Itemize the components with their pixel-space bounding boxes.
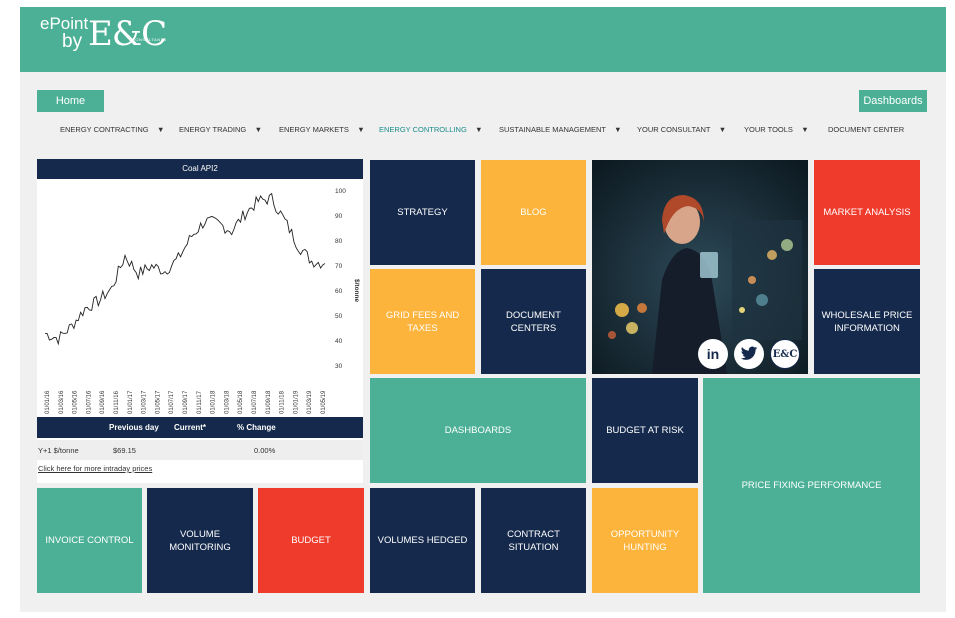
coal-title: Coal API2: [37, 159, 363, 179]
nav-label: ENERGY CONTROLLING: [379, 125, 467, 134]
chevron-down-icon: ▼: [156, 125, 165, 134]
x-tick-label: 01/05/19: [321, 390, 327, 414]
y-tick-label: 100: [335, 188, 346, 195]
y-tick-label: 30: [335, 363, 343, 370]
tile-volume-monitoring[interactable]: VOLUME MONITORING: [147, 488, 253, 593]
tile-invoice-control[interactable]: INVOICE CONTROL: [37, 488, 142, 593]
tile-grid-fees[interactable]: GRID FEES AND TAXES: [370, 269, 475, 374]
x-tick-label: 01/01/16: [45, 390, 51, 414]
main-nav: ENERGY CONTRACTING ▼ ENERGY TRADING ▼ EN…: [0, 125, 955, 139]
nav-label: DOCUMENT CENTER: [828, 125, 905, 134]
y-tick-label: 90: [335, 213, 343, 220]
x-tick-label: 01/09/18: [266, 390, 272, 414]
col-change: % Change: [237, 423, 276, 432]
nav-energy-controlling[interactable]: ENERGY CONTROLLING ▼: [379, 125, 483, 134]
x-tick-label: 01/05/17: [155, 390, 161, 414]
y-axis-label: $/tonne: [353, 279, 360, 302]
tile-dashboards[interactable]: DASHBOARDS: [370, 378, 586, 483]
tile-strategy[interactable]: STRATEGY: [370, 160, 475, 265]
y-tick-label: 60: [335, 288, 343, 295]
chevron-down-icon: ▼: [254, 125, 263, 134]
nav-label: ENERGY TRADING: [179, 125, 247, 134]
logo-sub: CONSULTANTS: [132, 37, 167, 42]
coal-price-line: [45, 192, 326, 346]
nav-document-center[interactable]: DOCUMENT CENTER: [828, 125, 904, 134]
price-table-row: Y+1 $/tonne $69.15 0.00%: [37, 440, 363, 460]
tile-budget-at-risk[interactable]: BUDGET AT RISK: [592, 378, 698, 483]
tile-volumes-hedged[interactable]: VOLUMES HEDGED: [370, 488, 475, 593]
x-tick-label: 01/07/16: [86, 390, 92, 414]
logo[interactable]: ePoint by E&C CONSULTANTS: [40, 14, 167, 52]
y-tick-label: 70: [335, 263, 343, 270]
x-tick-label: 01/11/16: [114, 390, 120, 414]
logo-line2: by: [62, 31, 83, 52]
twitter-icon[interactable]: [734, 339, 764, 369]
tile-wholesale-price[interactable]: WHOLESALE PRICE INFORMATION: [814, 269, 920, 374]
nav-energy-markets[interactable]: ENERGY MARKETS ▼: [279, 125, 365, 134]
nav-label: YOUR TOOLS: [744, 125, 793, 134]
col-previous-day: Previous day: [109, 423, 159, 432]
y-tick-label: 50: [335, 313, 343, 320]
chevron-down-icon: ▼: [357, 125, 365, 134]
x-tick-label: 01/07/18: [252, 390, 258, 414]
x-tick-label: 01/05/16: [73, 390, 79, 414]
dashboards-button[interactable]: Dashboards: [859, 90, 927, 112]
tile-budget[interactable]: BUDGET: [258, 488, 364, 593]
x-tick-label: 01/11/17: [197, 390, 203, 414]
x-tick-label: 01/05/18: [238, 390, 244, 414]
ec-brand-icon[interactable]: E&C: [770, 339, 800, 369]
nav-sustainable-management[interactable]: SUSTAINABLE MANAGEMENT ▼: [499, 125, 622, 134]
nav-energy-trading[interactable]: ENERGY TRADING ▼: [179, 125, 262, 134]
row-previous: $69.15: [113, 446, 136, 455]
nav-label: ENERGY MARKETS: [279, 125, 349, 134]
x-tick-label: 01/09/17: [183, 390, 189, 414]
x-tick-label: 01/01/19: [293, 390, 299, 414]
home-button[interactable]: Home: [37, 90, 104, 112]
intraday-prices-link[interactable]: Click here for more intraday prices: [38, 464, 152, 473]
tile-market-analysis[interactable]: MARKET ANALYSIS: [814, 160, 920, 265]
chevron-down-icon: ▼: [475, 125, 483, 134]
linkedin-icon[interactable]: in: [698, 339, 728, 369]
x-tick-label: 01/03/18: [224, 390, 230, 414]
tile-document-centers[interactable]: DOCUMENT CENTERS: [481, 269, 586, 374]
nav-label: SUSTAINABLE MANAGEMENT: [499, 125, 606, 134]
tile-opportunity-hunting[interactable]: OPPORTUNITY HUNTING: [592, 488, 698, 593]
nav-label: ENERGY CONTRACTING: [60, 125, 149, 134]
row-change: 0.00%: [254, 446, 276, 455]
row-label: Y+1 $/tonne: [38, 446, 79, 455]
x-tick-label: 01/11/18: [280, 390, 286, 414]
x-tick-label: 01/03/16: [59, 390, 65, 414]
price-table-header: Previous day Current* % Change: [37, 417, 363, 438]
y-tick-label: 80: [335, 238, 343, 245]
nav-your-consultant[interactable]: YOUR CONSULTANT ▼: [637, 125, 726, 134]
tile-contract-situation[interactable]: CONTRACT SITUATION: [481, 488, 586, 593]
chevron-down-icon: ▼: [801, 125, 809, 134]
x-tick-label: 01/01/17: [128, 390, 134, 414]
chevron-down-icon: ▼: [718, 125, 727, 134]
nav-your-tools[interactable]: YOUR TOOLS ▼: [744, 125, 809, 134]
x-tick-label: 01/03/19: [307, 390, 313, 414]
chevron-down-icon: ▼: [614, 125, 622, 134]
x-tick-label: 01/03/17: [142, 390, 148, 414]
logo-line1: ePoint: [40, 14, 89, 33]
col-current: Current*: [174, 423, 207, 432]
x-tick-label: 01/01/18: [211, 390, 217, 414]
nav-energy-contracting[interactable]: ENERGY CONTRACTING ▼: [60, 125, 164, 134]
y-tick-label: 40: [335, 338, 343, 345]
logo-brand: E&C: [88, 14, 167, 54]
x-tick-label: 01/09/16: [100, 390, 106, 414]
tile-price-fixing[interactable]: PRICE FIXING PERFORMANCE: [703, 378, 920, 593]
x-tick-label: 01/07/17: [169, 390, 175, 414]
nav-label: YOUR CONSULTANT: [637, 125, 711, 134]
tile-blog[interactable]: BLOG: [481, 160, 586, 265]
coal-widget: Coal API2 30 40 50 60 70 80 90 100 $/tonne 01/01/…: [37, 159, 363, 483]
coal-chart: 30 40 50 60 70 80 90 100 $/tonne 01/01/16 01/03/16…: [45, 188, 360, 414]
